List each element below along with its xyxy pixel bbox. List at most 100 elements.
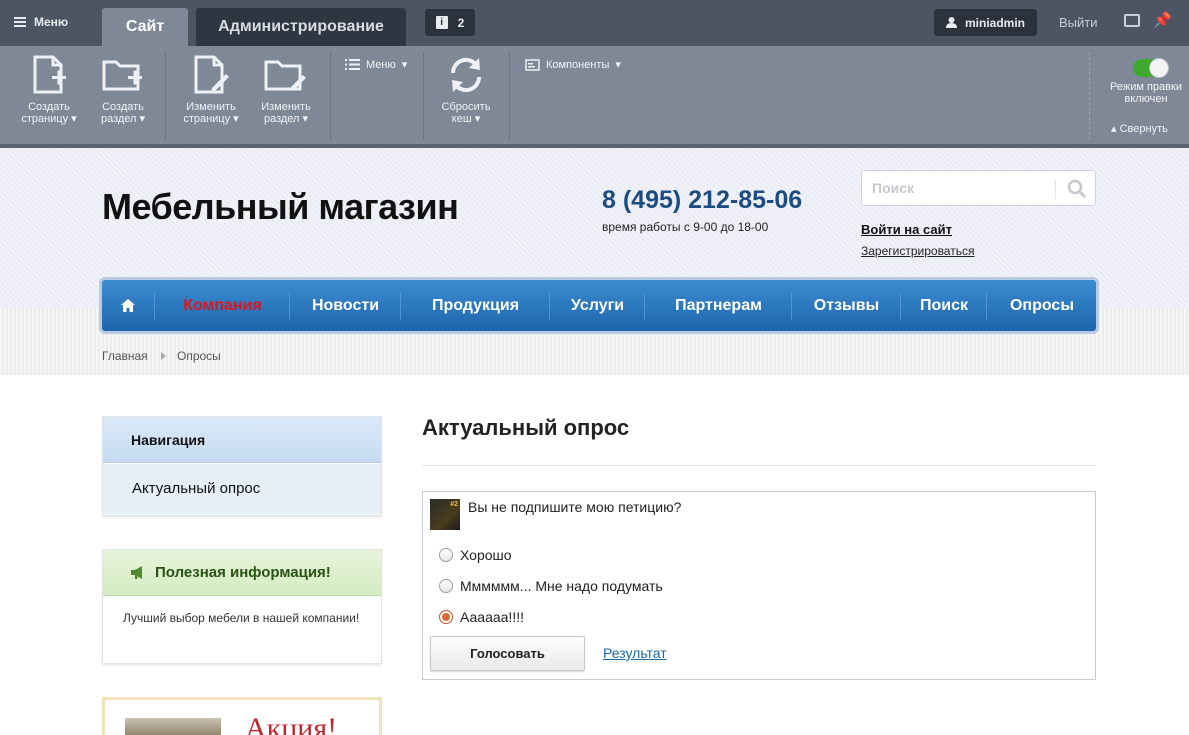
home-button[interactable] [102,280,154,331]
new-page-icon [33,55,66,94]
toolbar-separator [330,52,331,140]
nav-item-products[interactable]: Продукция [402,280,549,331]
sidebar-navigation: Навигация Актуальный опрос [102,416,382,516]
menu-dropdown[interactable]: Меню ▾ [345,58,407,71]
page-title: Актуальный опрос [422,415,630,440]
create-section-label: Создать раздел [100,101,144,125]
create-section-button[interactable]: Создать раздел ▾ [88,55,158,125]
toolbar-separator [509,52,510,140]
poll-option-label: Аааааа!!!! [460,609,524,625]
nav-separator [549,292,550,320]
poll-option-label: Мммммм... Мне надо подумать [460,578,663,594]
tab-administration[interactable]: Администрирование [196,8,406,46]
username: miniadmin [964,15,1025,30]
poll-option-label: Хорошо [460,547,512,563]
search-box [861,170,1096,206]
nav-separator [644,292,645,320]
breadcrumb-arrow-icon [161,352,166,360]
nav-item-reviews[interactable]: Отзывы [793,280,900,331]
admin-menu-button[interactable]: Меню [14,15,68,29]
toggle-knob [1149,58,1169,78]
toolbar-separator [165,52,166,140]
main-nav: Компания Новости Продукция Услуги Партне… [102,280,1096,331]
nav-separator [791,292,792,320]
poll-question: Вы не подпишите мою петицию? [468,499,682,515]
collapse-label: Свернуть [1119,123,1168,135]
search-icon [1067,179,1087,199]
admin-menu-label: Меню [34,15,69,29]
user-button[interactable]: miniadmin [934,9,1037,36]
poll-form: #2 Вы не подпишите мою петицию? Хорошо М… [422,491,1096,680]
search-input[interactable] [872,179,1047,197]
sidebar-info: Полезная информация! Лучший выбор мебели… [102,549,382,664]
home-icon [121,299,135,312]
edit-section-button[interactable]: Изменить раздел ▾ [251,55,321,125]
logout-link[interactable]: Выйти [1059,15,1098,30]
edit-page-label: Изменить страницу [183,101,236,125]
search-button[interactable] [1067,179,1087,204]
toolbar-separator [1089,52,1090,140]
edit-page-button[interactable]: Изменить страницу ▾ [176,55,246,125]
nav-item-polls[interactable]: Опросы [988,280,1096,331]
register-link[interactable]: Зарегистрироваться [861,244,974,258]
components-dropdown[interactable]: Компоненты ▾ [525,58,621,71]
working-hours: время работы с 9-00 до 18-00 [602,220,769,234]
nav-separator [986,292,987,320]
edit-mode-label: Режим правки включен [1110,81,1182,105]
collapse-button[interactable]: ▴ Свернуть [1111,122,1168,135]
nav-item-company[interactable]: Компания [156,280,289,331]
sidebar-item-current-poll[interactable]: Актуальный опрос [103,464,381,514]
edit-section-label: Изменить раздел [261,101,311,125]
keyboard-icon[interactable] [1124,14,1140,27]
nav-separator [900,292,901,320]
edit-folder-icon [264,60,306,91]
result-link[interactable]: Результат [603,645,667,661]
promo-banner[interactable]: Акция! [102,697,382,735]
new-folder-icon [102,60,142,91]
info-title: Полезная информация! [155,564,331,581]
components-label: Компоненты [546,58,610,71]
promo-text: Акция! [245,712,338,735]
phone-number: 8 (495) 212-85-06 [602,186,803,214]
info-header: Полезная информация! [103,550,381,596]
admin-panel: Меню Сайт Администрирование i 2 miniadmi… [0,0,1189,148]
title-divider [422,465,1096,466]
megaphone-icon [131,566,142,579]
search-divider [1055,179,1056,199]
edit-page-icon [194,55,229,94]
nav-separator [289,292,290,320]
login-link[interactable]: Войти на сайт [861,222,952,237]
nav-item-partners[interactable]: Партнерам [646,280,791,331]
breadcrumb-current: Опросы [177,349,221,363]
promo-image [125,718,221,735]
nav-item-news[interactable]: Новости [291,280,400,331]
reset-cache-label: Сбросить кеш [441,101,491,125]
tab-site[interactable]: Сайт [102,8,188,46]
nav-separator [400,292,401,320]
pin-icon[interactable]: 📌 [1153,11,1172,29]
create-page-label: Создать страницу [21,101,70,125]
nav-item-search[interactable]: Поиск [902,280,986,331]
poll-option[interactable]: Аааааа!!!! [439,609,524,625]
user-icon [945,17,957,28]
notifications-count: 2 [457,15,465,30]
notifications-button[interactable]: i 2 [425,9,475,36]
reset-cache-button[interactable]: Сбросить кеш ▾ [431,55,501,125]
nav-item-services[interactable]: Услуги [551,280,644,331]
vote-button[interactable]: Голосовать [430,636,585,671]
components-icon [525,58,540,71]
refresh-icon [450,57,482,93]
poll-option[interactable]: Хорошо [439,547,512,563]
hamburger-icon [14,17,26,27]
breadcrumb-home[interactable]: Главная [102,349,148,363]
site-title[interactable]: Мебельный магазин [102,186,459,228]
sidebar-nav-title: Навигация [103,417,381,463]
create-page-button[interactable]: Создать страницу ▾ [14,55,84,125]
radio-button[interactable] [439,579,453,593]
menu-dropdown-label: Меню [366,58,396,71]
radio-button[interactable] [439,548,453,562]
radio-button-selected[interactable] [439,610,453,624]
edit-mode-toggle[interactable] [1133,58,1169,78]
info-text: Лучший выбор мебели в нашей компании! [123,611,360,625]
poll-option[interactable]: Мммммм... Мне надо подумать [439,578,663,594]
